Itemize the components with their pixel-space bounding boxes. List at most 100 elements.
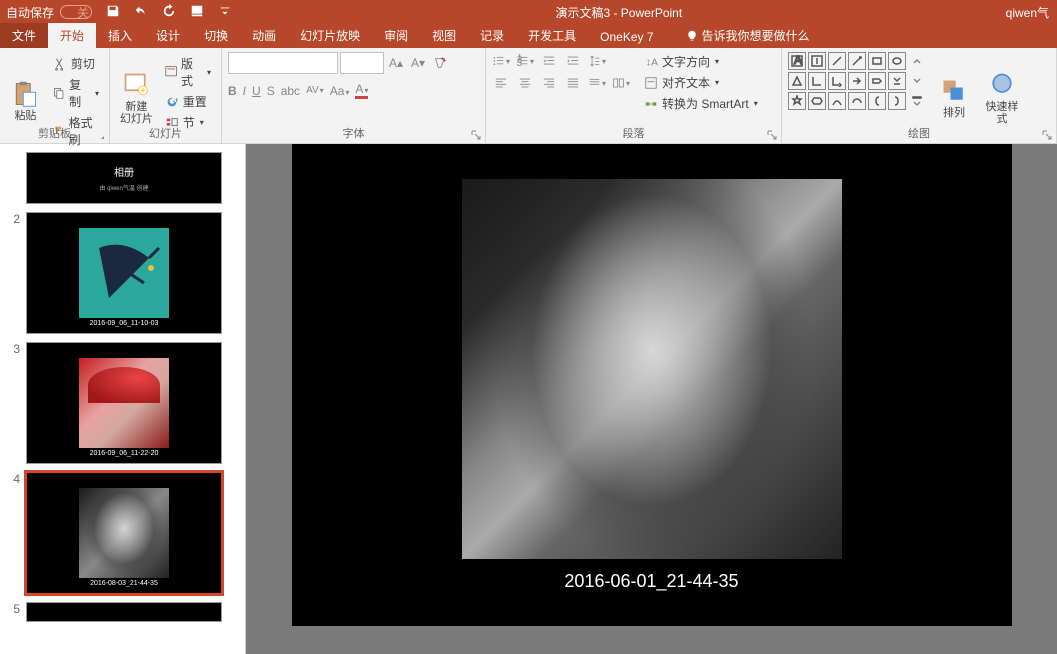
tab-home[interactable]: 开始 bbox=[48, 23, 96, 48]
thumbnail-slide-5[interactable] bbox=[26, 602, 222, 622]
decrease-font-icon[interactable]: A▾ bbox=[408, 53, 428, 73]
shape-arrow[interactable] bbox=[848, 72, 866, 90]
shape-star[interactable] bbox=[788, 92, 806, 110]
tab-developer[interactable]: 开发工具 bbox=[516, 23, 588, 48]
copy-icon bbox=[53, 86, 65, 100]
columns-icon[interactable]: ▾ bbox=[612, 74, 630, 92]
tab-onekey[interactable]: OneKey 7 bbox=[588, 26, 665, 48]
cut-button[interactable]: 剪切 bbox=[49, 54, 103, 73]
tab-animations[interactable]: 动画 bbox=[240, 23, 288, 48]
ribbon-tabs: 文件 开始 插入 设计 切换 动画 幻灯片放映 审阅 视图 记录 开发工具 On… bbox=[0, 24, 1057, 48]
align-left-icon[interactable] bbox=[492, 74, 510, 92]
tab-transitions[interactable]: 切换 bbox=[192, 23, 240, 48]
qat-more-icon[interactable] bbox=[218, 4, 232, 21]
username[interactable]: qiwen气 bbox=[1006, 4, 1049, 21]
distributed-icon[interactable]: ▾ bbox=[588, 74, 606, 92]
align-text-button[interactable]: 对齐文本▾ bbox=[640, 73, 762, 92]
align-right-icon[interactable] bbox=[540, 74, 558, 92]
shape-curve[interactable] bbox=[828, 92, 846, 110]
shape-more-down[interactable] bbox=[908, 72, 926, 90]
shape-elbow-arrow[interactable] bbox=[828, 72, 846, 90]
tab-view[interactable]: 视图 bbox=[420, 23, 468, 48]
save-icon[interactable] bbox=[106, 4, 120, 21]
undo-icon[interactable] bbox=[134, 4, 148, 21]
tab-file[interactable]: 文件 bbox=[0, 23, 48, 48]
spacing-button[interactable]: AV▾ bbox=[306, 85, 324, 96]
arrange-icon bbox=[940, 77, 968, 105]
shape-line[interactable] bbox=[828, 52, 846, 70]
thumbnail-slide-1[interactable]: 相册 由 qiwen气温 创建 bbox=[26, 152, 222, 204]
thumbnail-slide-2[interactable]: 2016-09_06_11-10-03 bbox=[26, 212, 222, 334]
justify-icon[interactable] bbox=[564, 74, 582, 92]
thumbnail-slide-4[interactable]: 2016-08-03_21-44-35 bbox=[26, 472, 222, 594]
font-color-button[interactable]: A▾ bbox=[355, 82, 368, 99]
clipboard-dialog-launcher[interactable] bbox=[95, 129, 107, 141]
bullets-icon[interactable]: ▾ bbox=[492, 52, 510, 70]
tell-me-search[interactable]: 告诉我你想要做什么 bbox=[678, 23, 818, 48]
tab-slideshow[interactable]: 幻灯片放映 bbox=[288, 23, 372, 48]
smartart-icon bbox=[644, 97, 658, 111]
slide-canvas[interactable]: 2016-06-01_21-44-35 bbox=[246, 144, 1057, 654]
current-slide[interactable]: 2016-06-01_21-44-35 bbox=[292, 144, 1012, 626]
thumbnail-slide-3[interactable]: 2016-09_06_11-22-20 bbox=[26, 342, 222, 464]
start-from-beginning-icon[interactable] bbox=[190, 4, 204, 21]
font-family-select[interactable] bbox=[228, 52, 338, 74]
shape-arrow3[interactable] bbox=[888, 72, 906, 90]
shape-brace-r[interactable] bbox=[888, 92, 906, 110]
svg-text:↕A: ↕A bbox=[646, 56, 658, 68]
font-dialog-launcher[interactable] bbox=[471, 129, 483, 141]
numbering-icon[interactable]: 123▾ bbox=[516, 52, 534, 70]
text-direction-button[interactable]: ↕A文字方向▾ bbox=[640, 52, 762, 71]
shape-arc[interactable] bbox=[848, 92, 866, 110]
copy-button[interactable]: 复制▾ bbox=[49, 75, 103, 111]
clear-formatting-icon[interactable] bbox=[430, 53, 450, 73]
paragraph-dialog-launcher[interactable] bbox=[767, 129, 779, 141]
increase-indent-icon[interactable] bbox=[564, 52, 582, 70]
slide-image[interactable] bbox=[462, 179, 842, 559]
change-case-button[interactable]: Aa▾ bbox=[330, 84, 350, 98]
title-bar: 自动保存 关 演示文稿3 - PowerPoint qiwen气 bbox=[0, 0, 1057, 24]
shadow-button[interactable]: abc bbox=[281, 84, 300, 98]
thumbnail-4[interactable]: 4 2016-08-03_21-44-35 bbox=[0, 468, 245, 598]
slide-caption[interactable]: 2016-06-01_21-44-35 bbox=[564, 571, 738, 592]
tab-record[interactable]: 记录 bbox=[468, 23, 516, 48]
increase-font-icon[interactable]: A▴ bbox=[386, 53, 406, 73]
drawing-dialog-launcher[interactable] bbox=[1042, 129, 1054, 141]
redo-icon[interactable] bbox=[162, 4, 176, 21]
shape-hexagon[interactable] bbox=[808, 92, 826, 110]
shape-arrow-line[interactable] bbox=[848, 52, 866, 70]
thumbnail-5[interactable]: 5 bbox=[0, 598, 245, 626]
shape-oval[interactable] bbox=[888, 52, 906, 70]
shape-more-up[interactable] bbox=[908, 52, 926, 70]
line-spacing-icon[interactable]: ▾ bbox=[588, 52, 606, 70]
decrease-indent-icon[interactable] bbox=[540, 52, 558, 70]
slide-thumbnail-panel[interactable]: 相册 由 qiwen气温 创建 2 2016-09_06_11-10-03 3 … bbox=[0, 144, 246, 654]
group-label-paragraph: 段落 bbox=[486, 125, 781, 141]
layout-button[interactable]: 版式▾ bbox=[161, 54, 215, 90]
tab-insert[interactable]: 插入 bbox=[96, 23, 144, 48]
thumbnail-1[interactable]: 相册 由 qiwen气温 创建 bbox=[0, 148, 245, 208]
shape-arrow2[interactable] bbox=[868, 72, 886, 90]
shape-vtextbox[interactable] bbox=[808, 52, 826, 70]
font-size-select[interactable] bbox=[340, 52, 384, 74]
shape-triangle[interactable] bbox=[788, 72, 806, 90]
tab-review[interactable]: 审阅 bbox=[372, 23, 420, 48]
thumbnail-2[interactable]: 2 2016-09_06_11-10-03 bbox=[0, 208, 245, 338]
reset-button[interactable]: 重置 bbox=[161, 92, 215, 111]
underline-button[interactable]: U bbox=[252, 84, 261, 98]
align-center-icon[interactable] bbox=[516, 74, 534, 92]
shape-brace-l[interactable] bbox=[868, 92, 886, 110]
shape-elbow[interactable] bbox=[808, 72, 826, 90]
shape-rect[interactable] bbox=[868, 52, 886, 70]
bold-button[interactable]: B bbox=[228, 84, 237, 98]
strikethrough-button[interactable]: S bbox=[267, 84, 275, 98]
autosave-switch[interactable]: 关 bbox=[60, 5, 92, 19]
shape-textbox[interactable]: A bbox=[788, 52, 806, 70]
shape-more-all[interactable] bbox=[908, 92, 926, 110]
thumbnail-3[interactable]: 3 2016-09_06_11-22-20 bbox=[0, 338, 245, 468]
smartart-button[interactable]: 转换为 SmartArt▾ bbox=[640, 94, 762, 113]
italic-button[interactable]: I bbox=[243, 84, 246, 98]
autosave-toggle[interactable]: 自动保存 关 bbox=[6, 4, 92, 21]
svg-text:3: 3 bbox=[517, 58, 522, 68]
tab-design[interactable]: 设计 bbox=[144, 23, 192, 48]
